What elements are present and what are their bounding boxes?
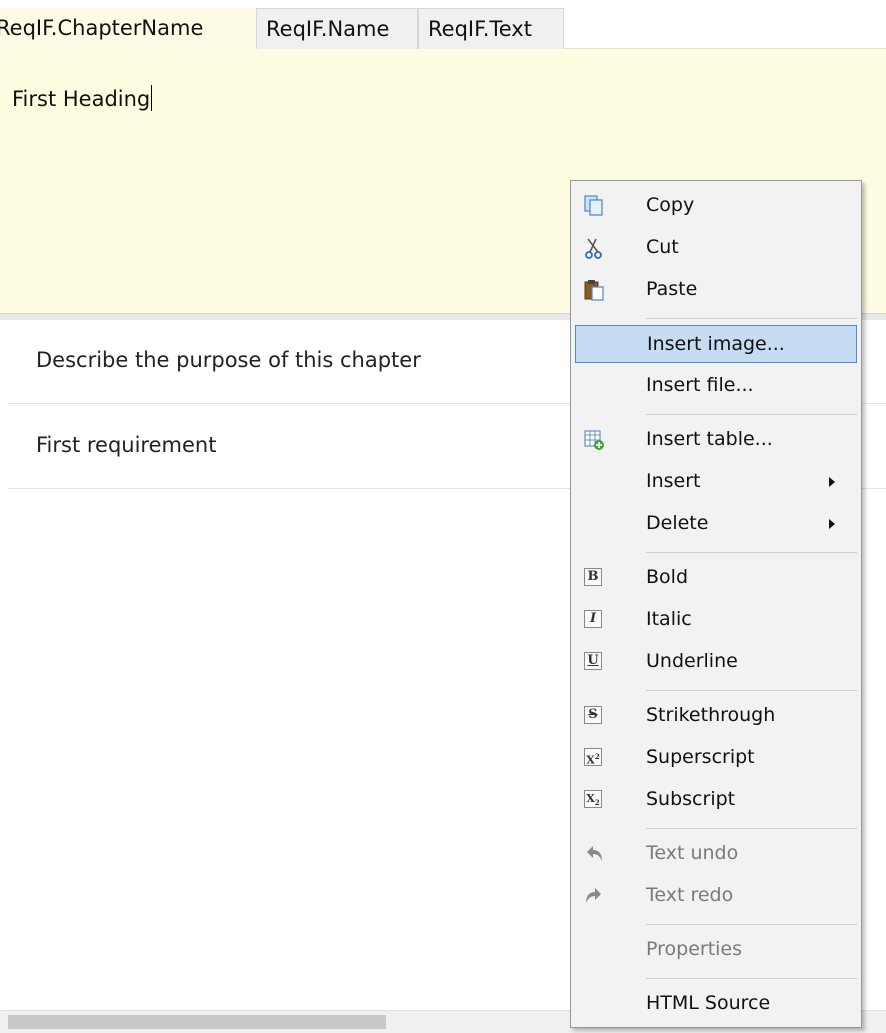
menu-item-properties[interactable]: Properties (575, 931, 857, 969)
menu-item-subscript[interactable]: X2 Subscript (575, 781, 857, 819)
menu-label: Text undo (646, 842, 739, 864)
menu-separator (646, 318, 857, 319)
menu-separator (646, 414, 857, 415)
menu-label: Cut (646, 236, 679, 258)
tab-label: ReqIF.Text (428, 17, 532, 41)
italic-icon: I (584, 610, 602, 628)
menu-label: HTML Source (646, 992, 771, 1014)
menu-item-paste[interactable]: Paste (575, 271, 857, 309)
menu-label: Copy (646, 194, 695, 216)
bold-icon: B (584, 568, 602, 586)
menu-separator (646, 924, 857, 925)
menu-separator (646, 552, 857, 553)
menu-label: Bold (646, 566, 688, 588)
tab-chapter-name[interactable]: ReqIF.ChapterName (0, 8, 256, 49)
menu-item-insert-file[interactable]: Insert file... (575, 367, 857, 405)
menu-item-insert[interactable]: Insert (575, 463, 857, 501)
menu-label: Insert table... (646, 428, 773, 450)
menu-label: Insert image... (647, 333, 785, 355)
menu-item-text-undo[interactable]: Text undo (575, 835, 857, 873)
menu-label: Superscript (646, 746, 755, 768)
menu-item-bold[interactable]: B Bold (575, 559, 857, 597)
redo-icon (586, 888, 601, 903)
copy-icon (584, 195, 603, 216)
tab-label: ReqIF.Name (266, 17, 390, 41)
menu-item-copy[interactable]: Copy (575, 187, 857, 225)
list-item-text: Describe the purpose of this chapter (36, 348, 421, 372)
menu-item-insert-image[interactable]: Insert image... (575, 325, 857, 363)
menu-item-italic[interactable]: I Italic (575, 601, 857, 639)
tab-text[interactable]: ReqIF.Text (418, 8, 564, 49)
menu-label: Properties (646, 938, 743, 960)
menu-label: Strikethrough (646, 704, 776, 726)
text-caret (151, 85, 153, 111)
menu-label: Insert (646, 470, 701, 492)
menu-item-superscript[interactable]: X2 Superscript (575, 739, 857, 777)
editor-text: First Heading (12, 87, 151, 111)
context-menu: Copy Cut Paste Insert image... Insert fi… (570, 180, 862, 1028)
list-item-text: First requirement (36, 433, 217, 457)
menu-item-delete[interactable]: Delete (575, 505, 857, 543)
scissors-icon (585, 238, 602, 259)
submenu-arrow-icon (829, 477, 835, 487)
menu-label: Insert file... (646, 374, 754, 396)
menu-separator (646, 690, 857, 691)
menu-label: Underline (646, 650, 738, 672)
undo-icon (587, 846, 602, 861)
menu-item-underline[interactable]: U Underline (575, 643, 857, 681)
menu-separator (646, 978, 857, 979)
menu-item-strikethrough[interactable]: S Strikethrough (575, 697, 857, 735)
menu-item-html-source[interactable]: HTML Source (575, 985, 857, 1023)
editor-content[interactable]: First Heading (12, 85, 153, 111)
menu-label: Italic (646, 608, 692, 630)
underline-icon: U (584, 652, 602, 670)
subscript-icon: X2 (584, 790, 602, 808)
tab-label: ReqIF.ChapterName (0, 16, 204, 40)
tab-bar: ReqIF.ChapterName ReqIF.Name ReqIF.Text (0, 0, 886, 50)
tab-name[interactable]: ReqIF.Name (256, 8, 418, 49)
superscript-icon: X2 (584, 748, 602, 767)
menu-item-text-redo[interactable]: Text redo (575, 877, 857, 915)
strikethrough-icon: S (584, 706, 602, 724)
scrollbar-thumb[interactable] (8, 1015, 386, 1029)
submenu-arrow-icon (829, 519, 835, 529)
insert-table-icon (584, 430, 604, 450)
menu-separator (646, 828, 857, 829)
menu-label: Paste (646, 278, 698, 300)
menu-label: Delete (646, 512, 709, 534)
paste-icon (584, 280, 604, 301)
menu-item-insert-table[interactable]: Insert table... (575, 421, 857, 459)
menu-item-cut[interactable]: Cut (575, 229, 857, 267)
menu-label: Text redo (646, 884, 734, 906)
menu-label: Subscript (646, 788, 736, 810)
